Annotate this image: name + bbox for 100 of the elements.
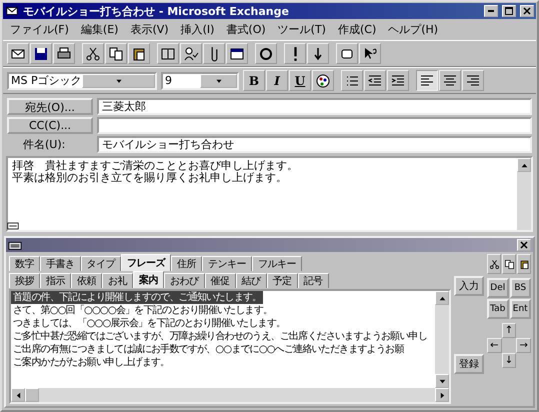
toolbar-button[interactable] — [364, 70, 386, 91]
tab[interactable]: 指示 — [40, 273, 71, 288]
toolbar-button[interactable] — [7, 43, 29, 64]
phrase-item[interactable]: 首題の件、下記により開催しますので、ご通知いたします。 — [11, 291, 264, 304]
toolbar-button[interactable] — [30, 43, 52, 64]
toolbar-button[interactable] — [203, 43, 225, 64]
to-field[interactable]: 三菱太郎 — [97, 98, 532, 115]
tab[interactable]: テンキー — [202, 256, 252, 271]
scrollbar-thumb[interactable] — [25, 388, 39, 402]
align-right-icon — [465, 72, 481, 88]
envelope-icon — [5, 4, 19, 18]
toolbar-button[interactable] — [53, 43, 75, 64]
size-dropdown[interactable]: 9 — [161, 72, 239, 90]
tab[interactable]: 催促 — [204, 273, 236, 288]
tab[interactable]: 住所 — [171, 256, 202, 271]
font-dropdown[interactable]: MS Pゴシック — [7, 72, 157, 90]
toolbar-button[interactable] — [128, 43, 150, 64]
tab[interactable]: フレーズ — [121, 254, 171, 271]
menu-item[interactable]: ヘルプ(H) — [387, 22, 440, 37]
arrow-key[interactable]: ← — [487, 338, 502, 353]
outdent-icon — [367, 72, 383, 88]
style-button[interactable]: B — [243, 70, 265, 91]
toolbar-button[interactable] — [180, 43, 202, 64]
key-button[interactable]: BS — [510, 278, 531, 298]
toolbar-button[interactable] — [105, 43, 127, 64]
toolbar-button[interactable] — [157, 43, 179, 64]
scissors-icon — [85, 46, 101, 62]
toolbar-button[interactable] — [255, 43, 277, 64]
tab[interactable]: 記号 — [298, 273, 328, 288]
ring-icon — [258, 46, 274, 62]
minimize-button[interactable] — [484, 5, 498, 17]
align-button[interactable] — [439, 70, 461, 91]
key-button[interactable]: Tab — [487, 299, 508, 319]
tab[interactable]: 数字 — [9, 256, 40, 271]
menu-item[interactable]: ツール(T) — [276, 22, 327, 37]
tab[interactable]: 依頼 — [71, 273, 102, 288]
phrase-item[interactable]: つきましては、「○○○展示会」を下記のとおり開催いたします。 — [11, 317, 288, 330]
phrase-item[interactable]: ご案内かたがたお願い申し上げます。 — [11, 356, 172, 369]
close-button[interactable] — [517, 239, 531, 251]
close-button[interactable] — [520, 5, 534, 17]
toolbar-button[interactable] — [284, 43, 306, 64]
subject-field[interactable]: モバイルショー打ち合わせ — [97, 136, 532, 153]
exclamation-icon — [292, 46, 298, 62]
key-button[interactable]: Del — [487, 278, 508, 298]
toolbar-button[interactable] — [359, 43, 381, 64]
arrow-key[interactable]: ↓ — [502, 353, 516, 368]
toolbar-button[interactable] — [307, 43, 329, 64]
phrase-item[interactable]: ご多忙中甚だ恐縮ではございますが、万障お繰り合わせのうえ、ご出席くださいますようお願い申し — [11, 330, 430, 343]
cut-button[interactable] — [487, 254, 501, 274]
tab[interactable]: 案内 — [133, 271, 164, 288]
register-button[interactable]: 登録 — [454, 354, 484, 374]
tab[interactable]: おわび — [164, 273, 204, 288]
split-handle-icon — [7, 220, 19, 232]
input-button[interactable]: 入力 — [454, 276, 484, 296]
palette-icon — [315, 72, 331, 88]
message-body[interactable]: 拝啓 貴社ますますご清栄のこととお喜び申し上げます。 平素は格別のお引き立てを賜り厚くお礼申し上げます。 — [6, 156, 533, 232]
toolbar-button[interactable] — [336, 43, 358, 64]
scissors-icon — [488, 258, 500, 270]
scrollbar[interactable] — [435, 291, 449, 388]
toolbar-button[interactable] — [341, 70, 363, 91]
help-pointer-icon — [362, 46, 378, 62]
tab[interactable]: タイプ — [80, 256, 121, 271]
toolbar-button[interactable] — [312, 70, 334, 91]
menu-item[interactable]: 表示(V) — [129, 22, 170, 37]
toolbar-button[interactable] — [82, 43, 104, 64]
key-button[interactable]: Ent — [510, 299, 531, 319]
tab[interactable]: フルキー — [252, 256, 302, 271]
tab[interactable]: 手書き — [40, 256, 80, 271]
style-button[interactable]: U — [289, 70, 311, 91]
arrow-key[interactable]: ↑ — [502, 323, 516, 338]
toolbar-button[interactable] — [226, 43, 248, 64]
menu-item[interactable]: 書式(O) — [225, 22, 267, 37]
copy-button[interactable] — [502, 254, 516, 274]
cc-button[interactable]: CC(C)... — [7, 117, 93, 134]
horizontal-scrollbar[interactable] — [11, 388, 449, 402]
toolbar-button[interactable] — [387, 70, 409, 91]
tab[interactable]: お礼 — [102, 273, 133, 288]
menu-item[interactable]: 編集(E) — [80, 22, 120, 37]
paperclip-icon — [210, 46, 218, 62]
align-button[interactable] — [416, 70, 438, 91]
menu-item[interactable]: 作成(C) — [336, 22, 378, 37]
align-button[interactable] — [462, 70, 484, 91]
cc-field[interactable] — [97, 117, 532, 134]
align-center-icon — [442, 72, 458, 88]
arrow-key[interactable]: → — [516, 338, 531, 353]
menu-item[interactable]: 挿入(I) — [180, 22, 216, 37]
menu-item[interactable]: ファイル(F) — [9, 22, 70, 37]
tab[interactable]: 結び — [236, 273, 266, 288]
phrase-list[interactable]: 首題の件、下記により開催しますので、ご通知いたします。 さて、第○○回「○○○○会」を下記のとおり開催いたします。 つきましては、「○○○展示会」を下記のとおり開催いたします。 ご多忙中甚だ恐縮ではございますが、万障お繰り合わせのうえ、ご出席くださいますようお願い申し ご出席の有無につきましては誠にお手数ですが、○○までに○○へご連絡いただきますようお願 ご案内かたがたお願い申し上げます。 — [9, 289, 451, 404]
phrase-item[interactable]: さて、第○○回「○○○○会」を下記のとおり開催いたします。 — [11, 304, 274, 317]
tab[interactable]: 予定 — [266, 273, 298, 288]
to-button[interactable]: 宛先(O)... — [7, 98, 93, 115]
tab[interactable]: 挨拶 — [9, 273, 40, 288]
body-text: 拝啓 貴社ますますご清栄のこととお喜び申し上げます。 — [12, 160, 298, 172]
scrollbar[interactable] — [517, 158, 531, 230]
phrase-item[interactable]: ご出席の有無につきましては誠にお手数ですが、○○までに○○へご連絡いただきますようお願 — [11, 343, 406, 356]
paste-button[interactable] — [517, 254, 531, 274]
clipboard-icon — [518, 258, 530, 270]
maximize-button[interactable] — [502, 5, 516, 17]
style-button[interactable]: I — [266, 70, 288, 91]
